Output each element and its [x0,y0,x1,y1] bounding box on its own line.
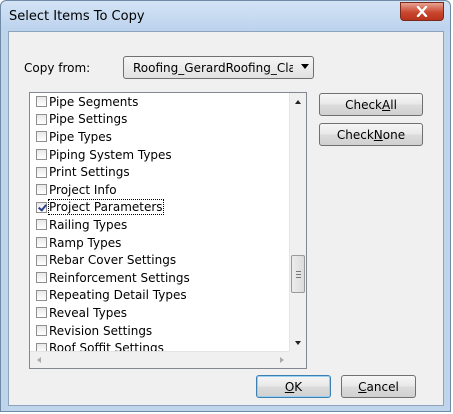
chevron-down-icon [301,64,309,69]
item-label: Print Settings [49,165,130,180]
item-label: Repeating Detail Types [49,288,187,303]
items-listbox[interactable]: Pipe Segments Pipe Settings Pipe Types Pipi… [29,92,307,369]
list-item[interactable]: Repeating Detail Types [30,287,290,305]
ok-button[interactable]: OK [256,375,331,398]
arrow-down-icon [295,340,301,345]
item-checkbox[interactable] [36,166,47,178]
item-checkbox[interactable] [36,307,47,319]
item-checkbox[interactable] [36,342,47,351]
item-checkbox[interactable] [36,113,47,125]
list-item[interactable]: Reveal Types [30,304,290,322]
item-checkbox[interactable] [36,254,47,266]
item-checkbox[interactable] [36,219,47,231]
list-item[interactable]: Project Parameters [30,199,290,217]
list-item[interactable]: Project Info [30,181,290,199]
item-label: Pipe Types [49,129,112,144]
list-item[interactable]: Pipe Settings [30,111,290,129]
scroll-down-button[interactable] [290,334,306,351]
item-label: Railing Types [49,217,128,232]
list-item[interactable]: Pipe Types [30,128,290,146]
item-label: Piping System Types [49,147,172,162]
item-label: Pipe Settings [49,112,128,127]
copy-from-dropdown[interactable]: Roofing_GerardRoofing_Class [123,56,314,79]
item-label: Reinforcement Settings [49,270,190,285]
item-checkbox[interactable] [36,289,47,301]
item-checkbox[interactable] [36,201,47,213]
list-item[interactable]: Rebar Cover Settings [30,251,290,269]
close-icon [416,6,428,17]
copy-from-label: Copy from: [24,61,91,75]
item-checkbox[interactable] [36,237,47,249]
list-item[interactable]: Piping System Types [30,146,290,164]
arrow-left-icon [36,357,41,363]
item-label: Roof Soffit Settings [49,341,164,351]
item-label: Ramp Types [49,235,122,250]
dialog-window: Select Items To Copy Copy from: Roofing_… [0,0,451,412]
item-checkbox[interactable] [36,131,47,143]
scrollbar-corner [289,351,306,368]
vertical-scroll-thumb[interactable] [291,255,305,294]
item-label: Pipe Segments [49,94,139,109]
item-checkbox[interactable] [36,96,47,108]
vertical-scrollbar[interactable] [289,93,306,351]
check-none-button[interactable]: Check None [319,123,423,146]
item-checkbox[interactable] [36,184,47,196]
item-label: Reveal Types [49,305,127,320]
item-label: Rebar Cover Settings [49,253,177,268]
arrow-right-icon [279,357,284,363]
window-title: Select Items To Copy [9,9,145,24]
list-item[interactable]: Railing Types [30,216,290,234]
close-button[interactable] [400,2,444,21]
item-checkbox[interactable] [36,325,47,337]
list-item[interactable]: Roof Soffit Settings [30,339,290,351]
scroll-left-button[interactable] [30,352,47,368]
title-bar[interactable]: Select Items To Copy [1,1,450,31]
dialog-client-area: Copy from: Roofing_GerardRoofing_Class P… [8,31,444,406]
scroll-up-button[interactable] [290,93,306,110]
item-label: Project Parameters [48,199,164,216]
list-item[interactable]: Print Settings [30,163,290,181]
cancel-button[interactable]: Cancel [341,375,416,398]
item-checkbox[interactable] [36,272,47,284]
arrow-up-icon [295,99,301,104]
list-item[interactable]: Ramp Types [30,234,290,252]
copy-from-value: Roofing_GerardRoofing_Class [133,61,293,75]
check-all-button[interactable]: Check All [319,93,423,116]
scroll-right-button[interactable] [273,352,290,368]
list-item[interactable]: Pipe Segments [30,93,290,111]
item-label: Revision Settings [49,323,153,338]
item-checkbox[interactable] [36,149,47,161]
items-list: Pipe Segments Pipe Settings Pipe Types Pipi… [30,93,290,351]
list-item[interactable]: Reinforcement Settings [30,269,290,287]
list-item[interactable]: Revision Settings [30,322,290,340]
horizontal-scrollbar[interactable] [30,351,290,368]
item-label: Project Info [49,182,117,197]
